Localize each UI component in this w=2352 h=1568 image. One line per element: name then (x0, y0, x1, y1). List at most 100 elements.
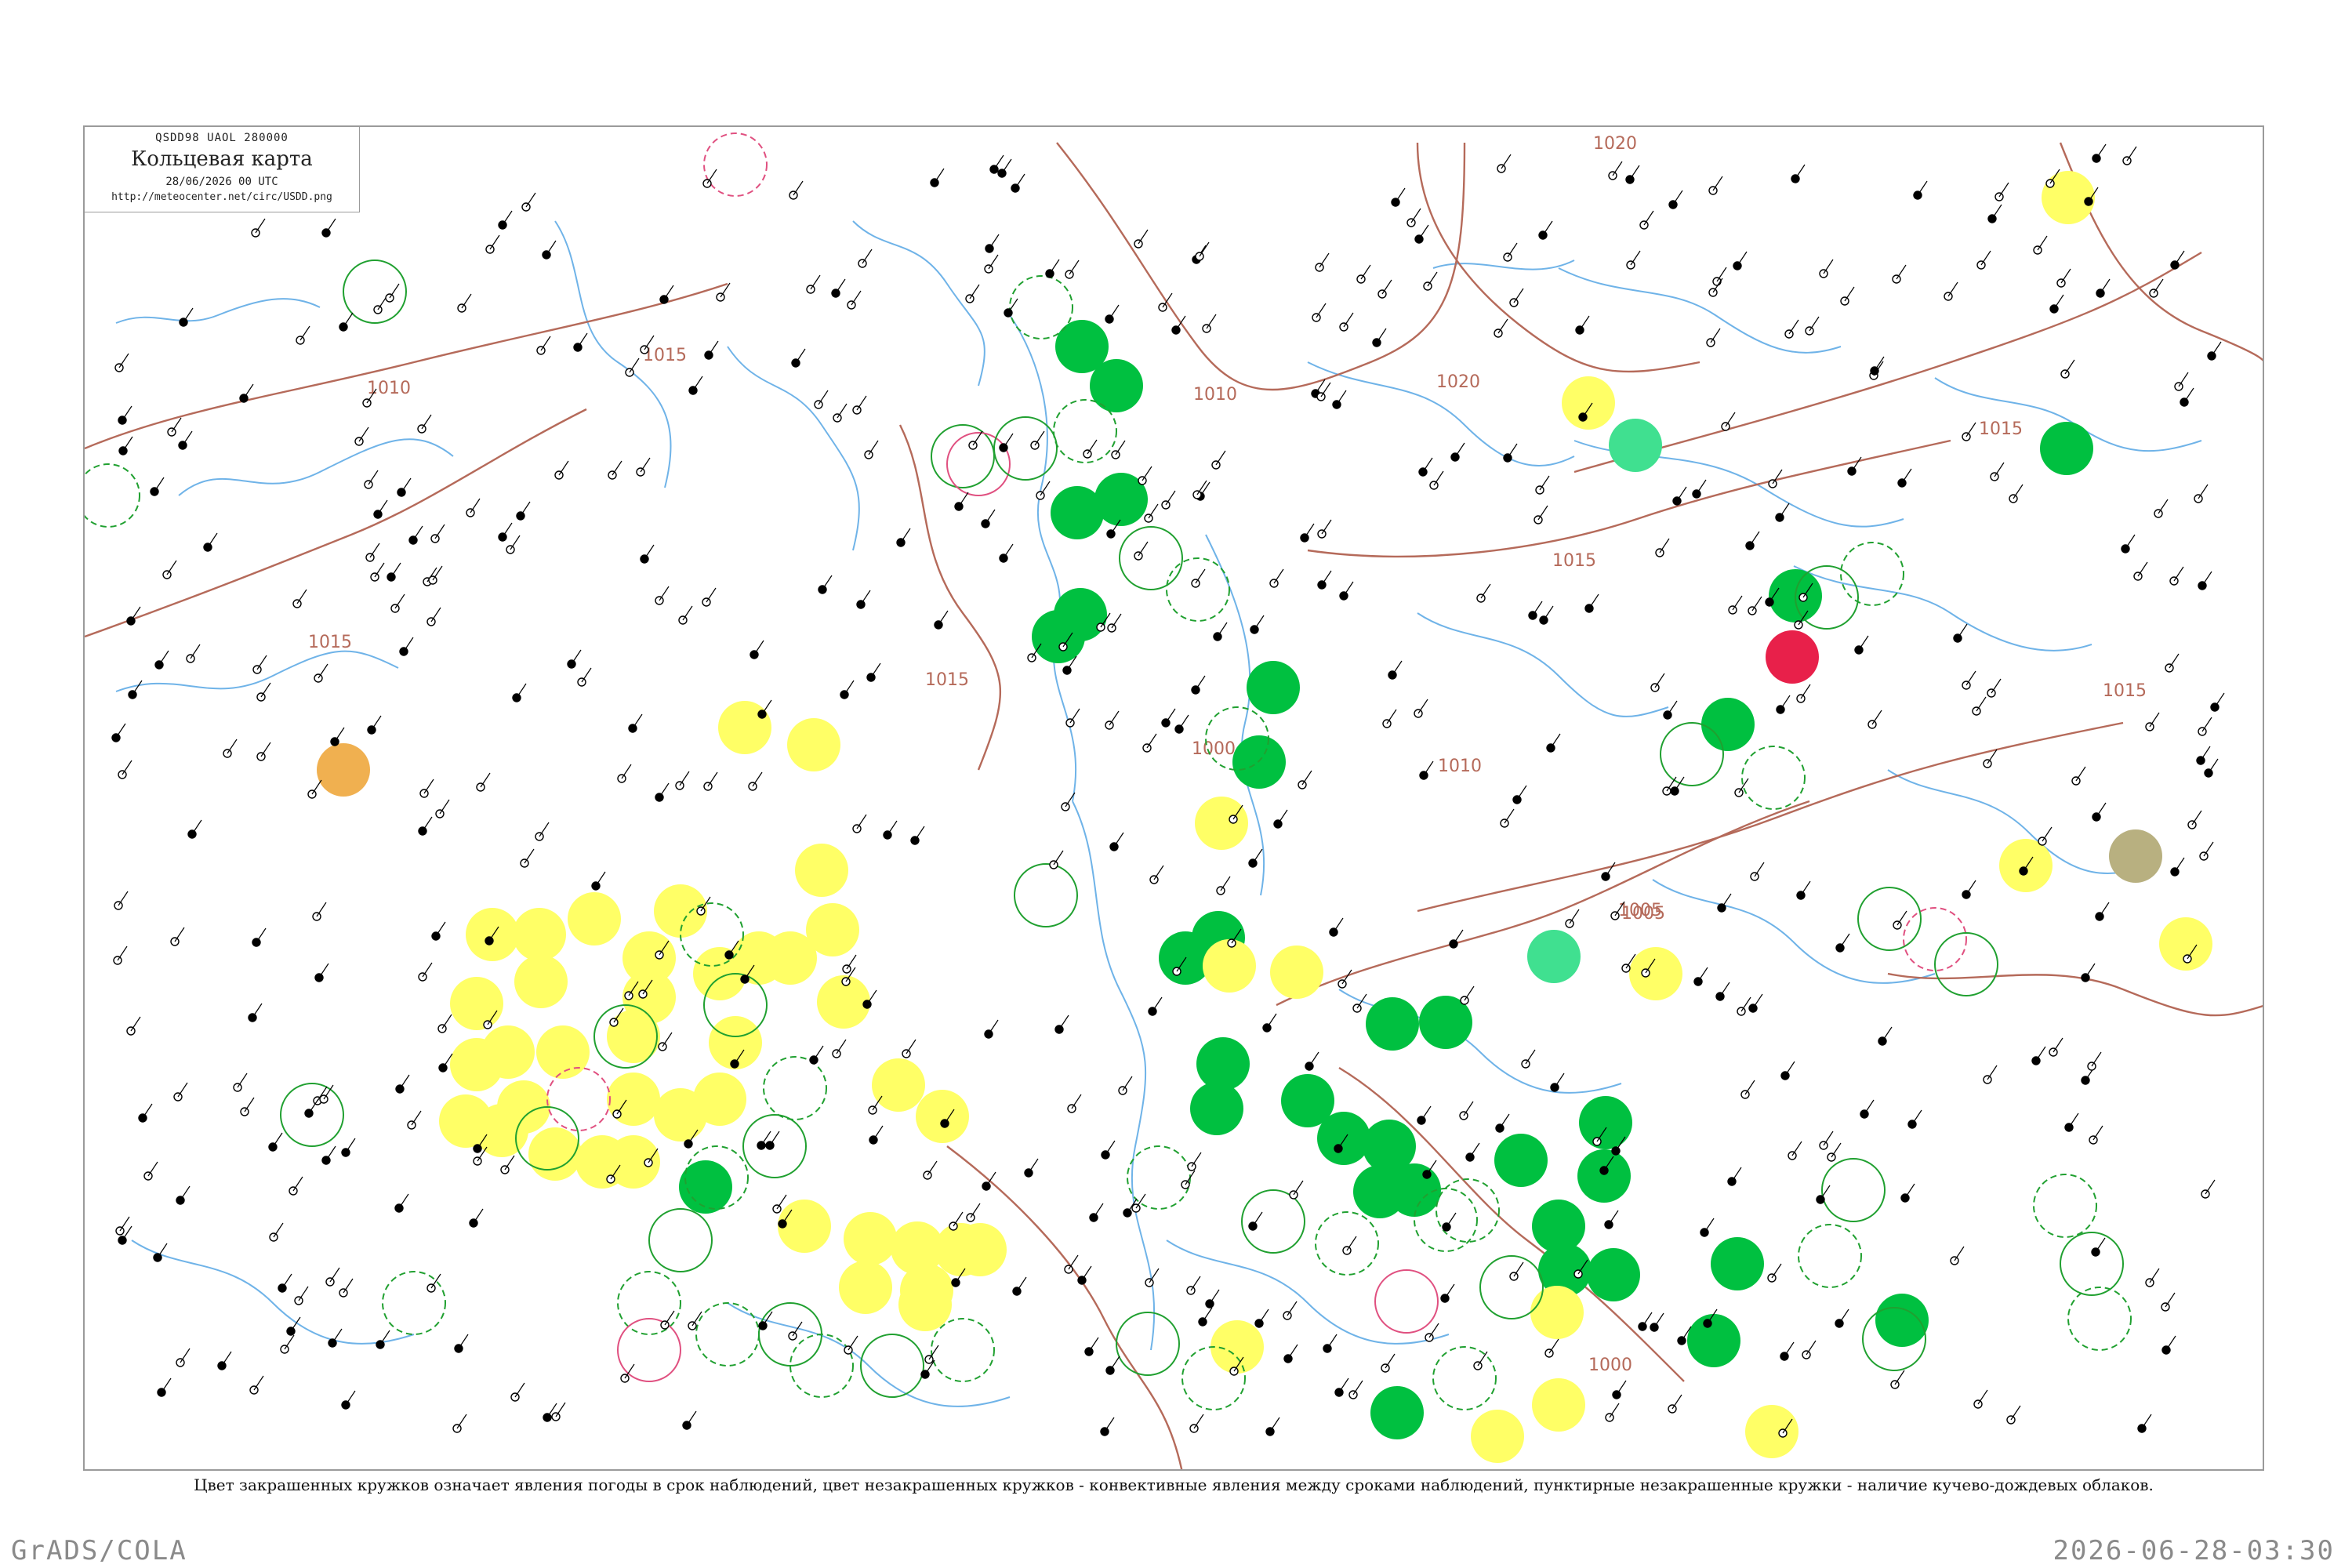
wind-barb (325, 218, 336, 234)
wind-barb (644, 544, 655, 560)
wind-barb (115, 723, 126, 739)
wind-barb (1165, 708, 1176, 724)
wind-barb (432, 565, 443, 581)
wind-barb (401, 477, 412, 493)
wind-barb (1427, 271, 1438, 287)
station-circle (1609, 419, 1662, 472)
convective-ring (648, 1208, 713, 1272)
river-network (115, 220, 2202, 1407)
wind-barb (191, 819, 202, 835)
wind-barb (2165, 1292, 2176, 1308)
wind-barb (1138, 229, 1149, 245)
wind-barb (1343, 581, 1354, 597)
wind-barb (1190, 1276, 1201, 1291)
wind-barb (571, 649, 582, 665)
wind-barb (1991, 678, 2002, 694)
wind-barb (130, 1016, 141, 1032)
station-circle (450, 977, 503, 1030)
convective-ring (1741, 746, 1806, 810)
wind-barb (1800, 684, 1811, 699)
wind-barb (255, 218, 266, 234)
wind-barb (539, 822, 550, 837)
wind-barb (2085, 963, 2096, 978)
convective-ring (85, 463, 140, 528)
wind-barb (394, 593, 405, 609)
wind-barb (1058, 1014, 1069, 1030)
isobar-label: 1010 (367, 379, 411, 398)
wind-barb (368, 470, 379, 485)
wind-barb (856, 395, 867, 411)
station-circle (1032, 610, 1085, 663)
wind-barb (1507, 443, 1518, 459)
wind-barb (1191, 1152, 1202, 1167)
convective-ring (1479, 1255, 1544, 1319)
station-circle (844, 1212, 897, 1265)
isobar-label: 1015 (1979, 419, 2023, 439)
convective-ring (703, 132, 768, 197)
wind-barb (2214, 692, 2225, 708)
wind-barb (177, 1082, 188, 1098)
wind-barb (1965, 670, 1976, 686)
station-circle (787, 718, 840, 771)
wind-barb (1423, 760, 1434, 776)
wind-barb (1464, 985, 1475, 1001)
wind-barb (1772, 469, 1783, 485)
wind-barb (1954, 1246, 1965, 1261)
wind-barb (461, 293, 472, 309)
wind-barb (1356, 993, 1367, 1009)
wind-barb (1800, 880, 1811, 896)
wind-barb (252, 1003, 263, 1018)
isobar-label: 1015 (308, 633, 352, 652)
wind-barb (836, 1039, 847, 1054)
wind-barb (1146, 733, 1157, 749)
wind-barb (1998, 182, 2009, 198)
wind-barb (147, 1161, 158, 1177)
wind-barb (389, 283, 400, 299)
wind-barb (1987, 1065, 1998, 1080)
wind-barb (1501, 154, 1512, 169)
wind-barb (1901, 468, 1912, 484)
station-circle (1579, 1096, 1632, 1149)
convective-ring (695, 1302, 760, 1367)
wind-barb (1195, 675, 1206, 691)
wind-barb (1725, 412, 1736, 427)
wind-barb (706, 587, 717, 603)
wind-barb (682, 605, 693, 621)
wind-barb (1277, 809, 1288, 825)
wind-barb (818, 390, 829, 405)
station-circle (1270, 946, 1323, 999)
wind-barb (2158, 499, 2169, 514)
isobar-label: 1000 (1192, 739, 1236, 759)
wind-barb (612, 460, 622, 476)
station-circle (2109, 829, 2162, 883)
wind-barb (1991, 204, 2002, 220)
wind-barb (1003, 543, 1014, 559)
station-circle (764, 931, 817, 985)
convective-ring (1241, 1189, 1305, 1254)
station-circle (1366, 997, 1419, 1051)
wind-barb (1779, 503, 1790, 518)
convective-ring (789, 1334, 854, 1398)
wind-barb (2153, 278, 2164, 294)
wind-barb (2068, 1112, 2079, 1128)
map-url[interactable]: http://meteocenter.net/circ/USDD.png (85, 191, 359, 203)
wind-barb (621, 764, 632, 779)
wind-barb (1957, 623, 1968, 639)
convective-ring (1014, 863, 1078, 927)
wind-barb (190, 644, 201, 659)
wind-barb (1007, 298, 1018, 314)
convective-ring (617, 1271, 681, 1335)
station-circle (916, 1090, 969, 1143)
wind-barb (456, 1414, 467, 1429)
wind-barb (1444, 1283, 1455, 1299)
wind-barb (1199, 241, 1210, 257)
wind-barb (813, 1045, 824, 1061)
convective-ring (1116, 1312, 1180, 1376)
wind-barb (1749, 531, 1760, 546)
wind-barb (174, 927, 185, 942)
wind-barb (524, 848, 535, 864)
wind-barb (993, 154, 1004, 170)
wind-barb (1605, 862, 1616, 877)
station-circle (795, 844, 848, 897)
wind-barb (640, 457, 651, 473)
